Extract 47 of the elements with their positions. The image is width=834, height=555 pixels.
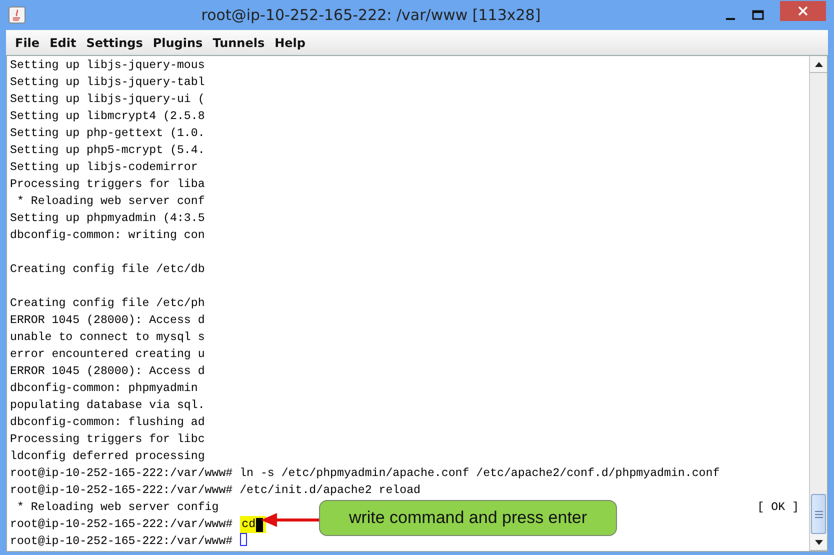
status-text: [ OK ]	[757, 500, 799, 516]
terminal-line: root@ip-10-252-165-222:/var/www# ln -s /etc/phpmyadmin/apache.conf /etc/apache2/conf.d/phpmyadmin.conf	[10, 466, 720, 482]
menu-item[interactable]: Plugins	[148, 34, 208, 52]
menu-item[interactable]: Help	[270, 34, 310, 52]
close-icon	[798, 6, 808, 16]
java-icon	[8, 6, 26, 24]
terminal-line: root@ip-10-252-165-222:/var/www# /etc/init.d/apache2 reload	[10, 483, 420, 499]
terminal-line: Setting up libjs-codemirror	[10, 160, 198, 176]
close-button[interactable]	[780, 1, 826, 21]
terminal-line: populating database via sql.	[10, 398, 205, 414]
terminal-line: Processing triggers for libc	[10, 432, 205, 448]
arrow	[259, 511, 321, 529]
terminal-line: ERROR 1045 (28000): Access d	[10, 313, 205, 329]
terminal-line: ldconfig deferred processing	[10, 449, 205, 465]
terminal-line: Setting up libjs-jquery-ui (	[10, 92, 205, 108]
terminal-line: Setting up libjs-jquery-mous	[10, 58, 205, 74]
terminal-line: * Reloading web server conf	[16, 194, 205, 210]
terminal-line: Processing triggers for liba	[10, 177, 205, 193]
terminal-line: Creating config file /etc/ph	[10, 296, 205, 312]
terminal-line: unable to connect to mysql s	[10, 330, 205, 346]
window-title: root@ip-10-252-165-222: /var/www [113x28]	[200, 4, 542, 26]
menu-item[interactable]: Tunnels	[208, 34, 270, 52]
terminal-line: Setting up libmcrypt4 (2.5.8	[10, 109, 205, 125]
callout: write command and press enter	[319, 500, 617, 536]
maximize-icon	[752, 10, 764, 20]
terminal-line: dbconfig-common: flushing ad	[10, 415, 205, 431]
terminal-line: * Reloading web server config	[16, 500, 219, 516]
prompt-text: root@ip-10-252-165-222:/var/www#	[10, 517, 233, 533]
terminal-line: Setting up php-gettext (1.0.	[10, 126, 205, 142]
terminal-line: dbconfig-common: phpmyadmin	[10, 381, 198, 397]
terminal-line: dbconfig-common: writing con	[10, 228, 205, 244]
prompt-text: root@ip-10-252-165-222:/var/www#	[10, 534, 233, 550]
scroll-up-icon[interactable]	[814, 62, 822, 66]
terminal-line: Creating config file /etc/db	[10, 262, 205, 278]
scrollbar[interactable]	[809, 56, 827, 551]
terminal-line: Setting up phpmyadmin (4:3.5	[10, 211, 205, 227]
terminal-line: Setting up php5-mcrypt (5.4.	[10, 143, 205, 159]
scroll-thumb[interactable]	[811, 494, 826, 534]
menu-item[interactable]: Edit	[44, 34, 82, 52]
terminal-line: Setting up libjs-jquery-tabl	[10, 75, 205, 91]
typed-command: cd	[242, 518, 256, 531]
minimize-icon	[726, 18, 734, 20]
terminal-line: ERROR 1045 (28000): Access d	[10, 364, 205, 380]
menu-item[interactable]: File	[10, 34, 45, 52]
scroll-down-icon[interactable]	[814, 540, 822, 544]
terminal-line: error encountered creating u	[10, 347, 205, 363]
menu-item[interactable]: Settings	[81, 34, 148, 52]
